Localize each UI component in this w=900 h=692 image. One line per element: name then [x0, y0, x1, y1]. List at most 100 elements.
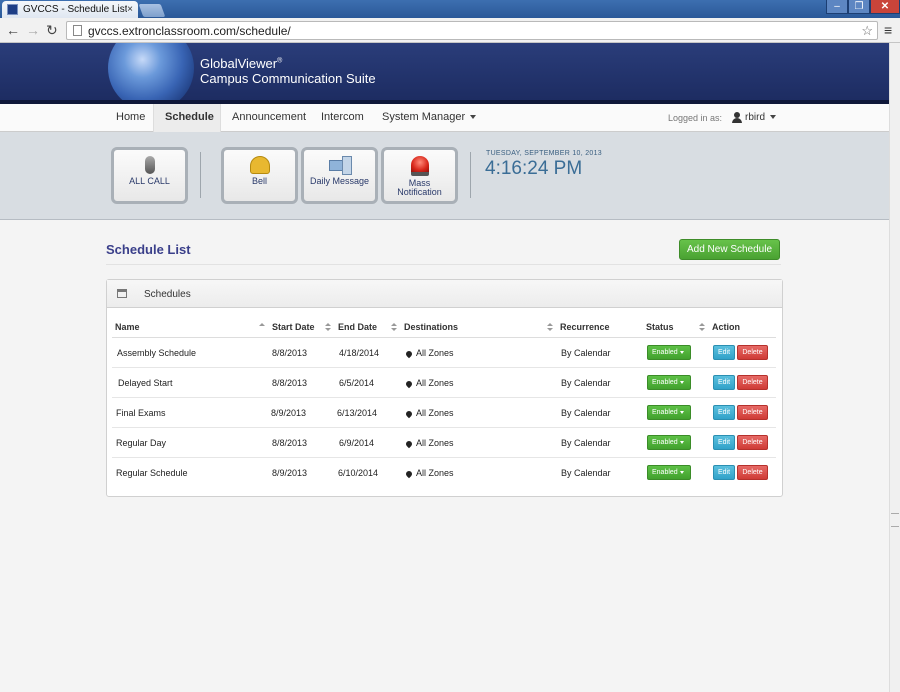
nav-home[interactable]: Home [105, 104, 156, 132]
microphone-icon [144, 156, 155, 174]
schedule-name[interactable]: Assembly Schedule [117, 338, 196, 368]
edit-button[interactable]: Edit [713, 435, 735, 450]
current-time: 4:16:24 PM [485, 158, 583, 179]
user-menu[interactable]: rbird [745, 112, 777, 123]
recurrence: By Calendar [561, 378, 611, 388]
schedule-name[interactable]: Delayed Start [118, 368, 173, 398]
nav-announcement[interactable]: Announcement [221, 104, 317, 132]
divider [470, 152, 471, 198]
all-call-button[interactable]: ALL CALL [111, 147, 188, 204]
start-date: 8/9/2013 [272, 468, 308, 478]
delete-button[interactable]: Delete [737, 465, 768, 480]
end-date: 6/10/2014 [338, 468, 379, 478]
tab-close-icon[interactable]: × [127, 4, 133, 15]
maximize-button[interactable]: ❐ [848, 0, 870, 14]
back-icon[interactable]: ← [6, 22, 20, 38]
divider [200, 152, 201, 198]
end-date: 6/9/2014 [339, 438, 375, 448]
favicon-icon [7, 4, 18, 15]
edit-button[interactable]: Edit [713, 345, 735, 360]
table-row: Delayed Start 8/8/2013 6/5/2014 All Zone… [112, 368, 776, 398]
nav-intercom[interactable]: Intercom [310, 104, 375, 132]
browser-titlebar: GVCCS - Schedule List × – ❐ ✕ [0, 0, 900, 18]
destinations: All Zones [404, 458, 454, 488]
schedule-name[interactable]: Final Exams [116, 398, 166, 428]
end-date: 6/13/2014 [337, 408, 378, 418]
edit-button[interactable]: Edit [713, 465, 735, 480]
divider [106, 264, 781, 265]
logged-in-label: Logged in as: [668, 113, 723, 123]
column-header-start-date[interactable]: Start Date [269, 316, 335, 338]
brand-subtitle: Campus Communication Suite [200, 71, 376, 86]
main-nav: Home Schedule Announcement Intercom Syst… [0, 104, 889, 132]
recurrence: By Calendar [561, 468, 611, 478]
edit-button[interactable]: Edit [713, 375, 735, 390]
browser-menu-icon[interactable]: ≡ [884, 22, 892, 38]
bookmark-star-icon[interactable]: ☆ [861, 23, 873, 39]
page-icon [73, 25, 82, 36]
browser-tab[interactable]: GVCCS - Schedule List × [2, 1, 138, 18]
column-header-destinations[interactable]: Destinations [401, 316, 557, 338]
status-dropdown[interactable]: Enabled [647, 405, 691, 420]
user-icon [732, 112, 742, 124]
map-marker-icon [404, 379, 414, 389]
close-window-button[interactable]: ✕ [870, 0, 900, 14]
page-scrollbar[interactable] [889, 43, 900, 692]
end-date: 4/18/2014 [339, 348, 380, 358]
status-dropdown[interactable]: Enabled [647, 465, 691, 480]
brand-name: GlobalViewer® [200, 56, 283, 71]
browser-toolbar: ← → ↻ gvccs.extronclassroom.com/schedule… [0, 18, 900, 43]
nav-system-manager[interactable]: System Manager [371, 104, 487, 132]
nav-schedule[interactable]: Schedule [153, 104, 221, 132]
chevron-down-icon [679, 380, 684, 384]
destinations: All Zones [404, 368, 454, 398]
map-marker-icon [404, 349, 414, 359]
sort-icon [325, 323, 331, 331]
globe-logo-icon [108, 43, 194, 104]
schedule-name[interactable]: Regular Schedule [116, 458, 188, 488]
destinations: All Zones [404, 428, 454, 458]
sort-icon [699, 323, 705, 331]
edit-button[interactable]: Edit [713, 405, 735, 420]
column-header-name[interactable]: Name [112, 316, 269, 338]
delete-button[interactable]: Delete [737, 345, 768, 360]
schedule-name[interactable]: Regular Day [116, 428, 166, 458]
recurrence: By Calendar [561, 408, 611, 418]
quick-actions-panel: ALL CALL Bell Daily Message Mass Notific… [0, 132, 889, 220]
minimize-button[interactable]: – [826, 0, 848, 14]
column-header-end-date[interactable]: End Date [335, 316, 401, 338]
bell-button[interactable]: Bell [221, 147, 298, 204]
reload-icon[interactable]: ↻ [46, 22, 58, 39]
status-dropdown[interactable]: Enabled [647, 375, 691, 390]
bell-icon [249, 156, 270, 174]
recurrence: By Calendar [561, 348, 611, 358]
chevron-down-icon [470, 115, 477, 120]
map-marker-icon [404, 469, 414, 479]
destinations: All Zones [404, 398, 454, 428]
add-new-schedule-button[interactable]: Add New Schedule [679, 239, 780, 260]
destinations: All Zones [404, 338, 454, 368]
mass-notification-button[interactable]: Mass Notification [381, 147, 458, 204]
table-row: Regular Day 8/8/2013 6/9/2014 All Zones … [112, 428, 776, 458]
delete-button[interactable]: Delete [737, 405, 768, 420]
sort-icon [259, 323, 265, 331]
page-title: Schedule List [106, 242, 191, 257]
new-tab-button[interactable] [138, 4, 166, 17]
app-header: GlobalViewer® Campus Communication Suite [0, 43, 889, 104]
column-header-status[interactable]: Status [643, 316, 709, 338]
column-header-recurrence[interactable]: Recurrence [557, 316, 643, 338]
delete-button[interactable]: Delete [737, 435, 768, 450]
chevron-down-icon [679, 440, 684, 444]
daily-message-button[interactable]: Daily Message [301, 147, 378, 204]
delete-button[interactable]: Delete [737, 375, 768, 390]
status-dropdown[interactable]: Enabled [647, 345, 691, 360]
siren-icon [410, 156, 429, 176]
url-text[interactable]: gvccs.extronclassroom.com/schedule/ [88, 24, 291, 38]
megaphone-icon [328, 156, 352, 175]
scrollbar-grip[interactable] [891, 513, 899, 527]
status-dropdown[interactable]: Enabled [647, 435, 691, 450]
start-date: 8/8/2013 [272, 438, 308, 448]
address-bar[interactable]: gvccs.extronclassroom.com/schedule/ ☆ [66, 21, 878, 40]
forward-icon[interactable]: → [26, 22, 40, 38]
chevron-down-icon [679, 410, 684, 414]
